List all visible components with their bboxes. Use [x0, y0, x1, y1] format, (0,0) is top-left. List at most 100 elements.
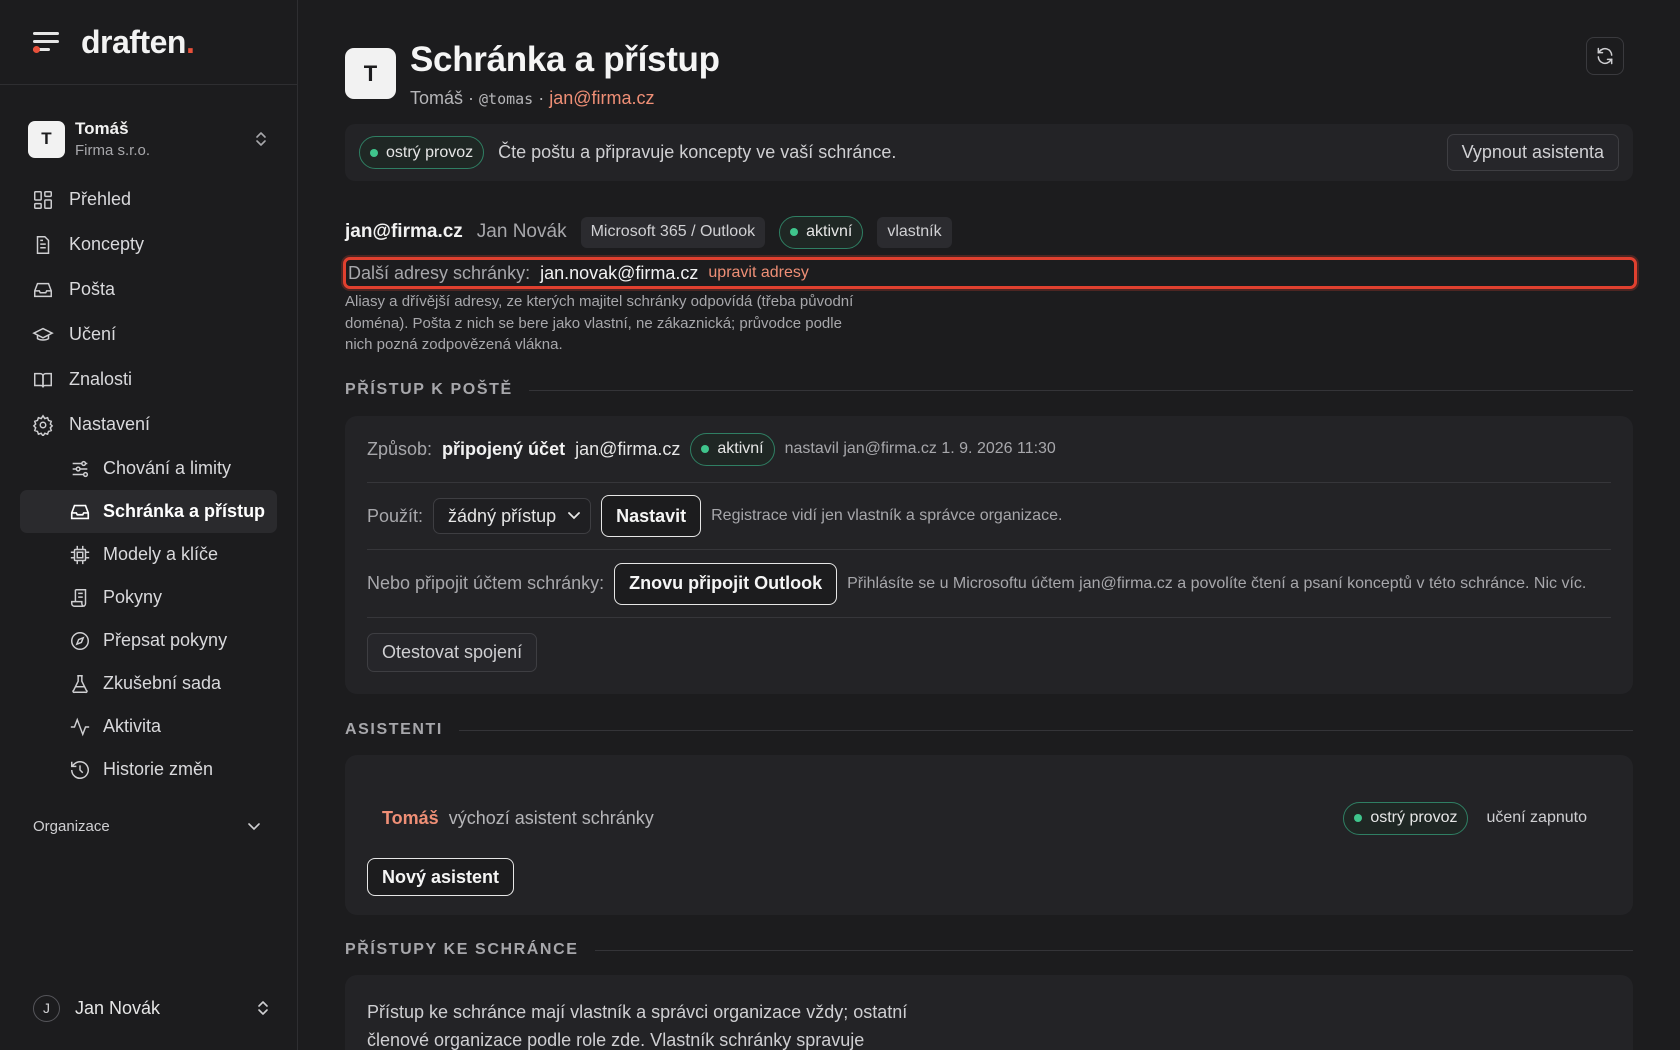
access-select-value: žádný přístup	[448, 505, 557, 526]
account-org: Firma s.r.o.	[75, 142, 151, 159]
sub-item-schranka[interactable]: Schránka a přístup	[20, 490, 277, 533]
chevron-updown-icon	[256, 132, 266, 146]
main-nav: Přehled Koncepty Pošta Učení Znalosti Na…	[0, 177, 297, 791]
sub-item-zkusebni[interactable]: Zkušební sada	[20, 662, 277, 705]
nav-item-koncepty[interactable]: Koncepty	[0, 222, 297, 267]
assistant-status-bar: ostrý provoz Čte poštu a připravuje konc…	[345, 124, 1633, 181]
status-badge-label: ostrý provoz	[386, 143, 474, 161]
graduation-cap-icon	[32, 327, 54, 341]
chevron-updown-icon	[258, 1001, 268, 1015]
account-avatar: T	[28, 120, 65, 158]
access-card: Způsob: připojený účet jan@firma.cz akti…	[345, 416, 1633, 694]
assistant-row[interactable]: Tomáš výchozí asistent schránky ostrý pr…	[382, 801, 1587, 835]
edit-aliases-link[interactable]: upravit adresy	[708, 264, 809, 282]
chevron-down-icon	[248, 823, 260, 831]
logo[interactable]: draften.	[81, 24, 195, 61]
test-connection-button[interactable]: Otestovat spojení	[367, 632, 538, 672]
method-state-label: aktivní	[717, 440, 764, 457]
connect-row: Nebo připojit účtem schránky: Znovu přip…	[367, 550, 1611, 618]
status-text: Čte poštu a připravuje koncepty ve vaší …	[498, 142, 897, 162]
nav-item-uceni[interactable]: Učení	[0, 312, 297, 357]
organization-label: Organizace	[33, 817, 110, 835]
sub-label: Schránka a přístup	[103, 501, 266, 521]
connect-label: Nebo připojit účtem schránky:	[367, 573, 605, 593]
page-title: Schránka a přístup	[410, 40, 720, 79]
status-dot-icon	[1354, 814, 1363, 822]
sub-label: Chování a limity	[103, 458, 232, 478]
sub-item-modely[interactable]: Modely a klíče	[20, 533, 277, 576]
scroll-icon	[71, 588, 87, 607]
user-menu[interactable]: J Jan Novák	[0, 991, 298, 1025]
method-state-badge: aktivní	[690, 432, 775, 466]
refresh-button[interactable]	[1586, 37, 1624, 75]
sub-item-chovani[interactable]: Chování a limity	[20, 447, 277, 490]
assistant-name-link[interactable]: Tomáš	[382, 808, 439, 829]
nav-label: Znalosti	[69, 369, 133, 389]
settings-subnav: Chování a limity Schránka a přístup Mode…	[0, 447, 297, 791]
sub-label: Modely a klíče	[103, 544, 219, 564]
assistant-avatar: T	[345, 48, 396, 99]
assistant-email-link[interactable]: jan@firma.cz	[549, 88, 654, 108]
nav-item-nastaveni[interactable]: Nastavení	[0, 402, 297, 447]
dashboard-icon	[34, 190, 52, 209]
access-select[interactable]: žádný přístup	[433, 498, 592, 534]
mailbox-state-label: aktivní	[806, 223, 853, 240]
account-name: Tomáš	[75, 119, 129, 138]
disable-assistant-button[interactable]: Vypnout asistenta	[1446, 134, 1619, 171]
method-email: jan@firma.cz	[575, 438, 681, 459]
mailbox-owner: Jan Novák	[476, 221, 567, 242]
nav-label: Přehled	[69, 189, 132, 209]
nav-label: Koncepty	[69, 234, 145, 254]
separator: ·	[463, 88, 480, 108]
chevron-down-icon	[568, 512, 580, 520]
hamburger-menu-icon[interactable]	[33, 31, 59, 53]
method-label: Způsob:	[367, 438, 433, 459]
chip-icon	[70, 545, 90, 564]
gear-icon	[32, 414, 54, 436]
activity-icon	[70, 717, 90, 736]
nav-item-znalosti[interactable]: Znalosti	[0, 357, 297, 402]
assistant-name: Tomáš	[410, 88, 464, 108]
nav-label: Pošta	[69, 279, 116, 299]
alias-help-text: Aliasy a dřívější adresy, ze kterých maj…	[345, 293, 854, 353]
learning-status: učení zapnuto	[1486, 809, 1587, 826]
role-badge: vlastník	[877, 216, 952, 248]
status-dot-icon	[701, 445, 710, 453]
sub-item-pokyny[interactable]: Pokyny	[20, 576, 277, 619]
sub-label: Zkušební sada	[103, 673, 222, 693]
compass-icon	[71, 631, 89, 650]
method-row: Způsob: připojený účet jan@firma.cz akti…	[367, 416, 1611, 483]
new-assistant-button[interactable]: Nový asistent	[367, 858, 515, 896]
page-subtitle: Tomáš · @tomas · jan@firma.cz	[410, 88, 720, 109]
sub-item-historie[interactable]: Historie změn	[20, 748, 277, 791]
use-note: Registrace vidí jen vlastník a správce o…	[711, 507, 1063, 524]
use-row: Použít: žádný přístup Nastavit Registrac…	[367, 483, 1611, 550]
alias-label: Další adresy schránky:	[348, 262, 531, 283]
sub-item-aktivita[interactable]: Aktivita	[20, 705, 277, 748]
flask-icon	[72, 674, 88, 693]
nav-label: Nastavení	[69, 414, 151, 434]
organization-toggle[interactable]: Organizace	[0, 811, 297, 841]
nav-item-prehled[interactable]: Přehled	[0, 177, 297, 222]
sub-label: Historie změn	[103, 759, 214, 779]
nav-item-posta[interactable]: Pošta	[0, 267, 297, 312]
assistants-card: Tomáš výchozí asistent schránky ostrý pr…	[345, 755, 1633, 915]
status-dot-icon	[790, 228, 799, 236]
inbox-icon	[70, 504, 90, 519]
assistant-status-badge: ostrý provoz	[1343, 801, 1469, 835]
assistant-status-label: ostrý provoz	[1370, 809, 1458, 826]
sub-item-prepsat[interactable]: Přepsat pokyny	[20, 619, 277, 662]
alias-addresses-field[interactable]: Další adresy schránky: jan.novak@firma.c…	[343, 257, 1637, 289]
history-icon	[71, 760, 89, 779]
mailbox-state-badge: aktivní	[779, 215, 864, 249]
reconnect-outlook-button[interactable]: Znovu připojit Outlook	[614, 562, 838, 605]
account-switcher[interactable]: T Tomáš Firma s.r.o.	[0, 117, 297, 161]
document-icon	[36, 235, 50, 254]
sliders-icon	[72, 460, 89, 477]
status-dot-icon	[370, 148, 378, 157]
inbox-icon	[34, 282, 52, 297]
assistant-description: výchozí asistent schránky	[448, 807, 654, 828]
set-access-button[interactable]: Nastavit	[601, 495, 702, 537]
sidebar: draften. T Tomáš Firma s.r.o. Přehled Ko…	[0, 0, 298, 1050]
refresh-icon	[1597, 47, 1613, 65]
